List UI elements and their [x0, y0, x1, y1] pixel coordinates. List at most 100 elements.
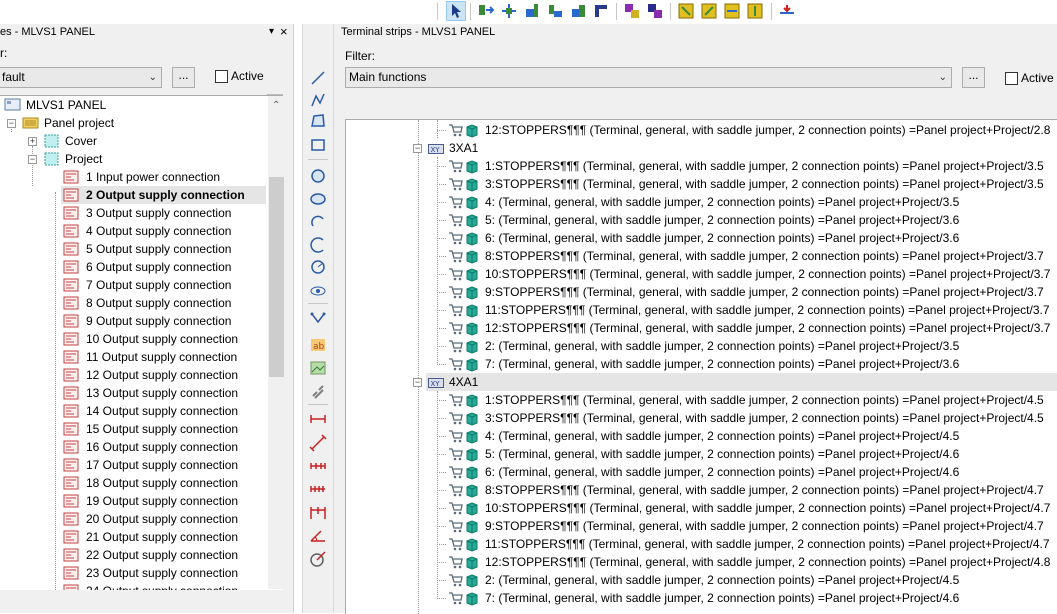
filter-combo[interactable]: Main functions ⌄: [345, 67, 952, 88]
page-item[interactable]: 4 Output supply connection: [63, 222, 268, 240]
arc-3pt-icon[interactable]: [309, 236, 327, 254]
group-yellow-2-icon[interactable]: [699, 1, 719, 21]
polygon-icon[interactable]: [309, 112, 327, 130]
page-item[interactable]: 22 Output supply connection: [63, 546, 268, 564]
polyline-icon[interactable]: [309, 91, 327, 109]
text-ab-icon[interactable]: ab: [309, 336, 327, 354]
active-checkbox[interactable]: [1005, 72, 1018, 85]
terminal-item[interactable]: 10:STOPPERS¶¶¶ (Terminal, general, with …: [346, 499, 1057, 517]
insert-potential-icon[interactable]: [545, 1, 565, 21]
insert-cable-icon[interactable]: [522, 1, 542, 21]
filter-options-button[interactable]: ...: [962, 67, 985, 88]
ellipse-icon[interactable]: [309, 190, 327, 208]
collapse-icon[interactable]: −: [413, 378, 422, 387]
terminal-item[interactable]: 9:STOPPERS¶¶¶ (Terminal, general, with s…: [346, 517, 1057, 535]
terminal-item[interactable]: 2: (Terminal, general, with saddle jumpe…: [346, 337, 1057, 355]
scrollbar[interactable]: ⌃: [268, 96, 285, 589]
scrollbar-thumb[interactable]: [269, 177, 284, 377]
insert-box-icon[interactable]: [591, 1, 611, 21]
terminal-item[interactable]: 12:STOPPERS¶¶¶ (Terminal, general, with …: [346, 553, 1057, 571]
close-icon[interactable]: ×: [280, 24, 288, 39]
line-icon[interactable]: [309, 69, 327, 87]
page-item[interactable]: 24 Output supply connection: [63, 582, 268, 590]
terminal-item[interactable]: 10:STOPPERS¶¶¶ (Terminal, general, with …: [346, 265, 1057, 283]
scroll-up-icon[interactable]: ⌃: [272, 100, 280, 111]
page-item[interactable]: 19 Output supply connection: [63, 492, 268, 510]
terminal-item[interactable]: 5: (Terminal, general, with saddle jumpe…: [346, 445, 1057, 463]
arrow-red-icon[interactable]: [777, 1, 797, 21]
insert-terminal-icon[interactable]: [476, 1, 496, 21]
dimension-chain-icon[interactable]: [309, 480, 327, 498]
page-item[interactable]: 7 Output supply connection: [63, 276, 268, 294]
terminal-item[interactable]: 3:STOPPERS¶¶¶ (Terminal, general, with s…: [346, 175, 1057, 193]
terminal-item[interactable]: 11:STOPPERS¶¶¶ (Terminal, general, with …: [346, 301, 1057, 319]
collapse-icon[interactable]: −: [7, 119, 16, 128]
collapse-icon[interactable]: −: [413, 144, 422, 153]
terminal-item[interactable]: 2: (Terminal, general, with saddle jumpe…: [346, 571, 1057, 589]
dimension-aligned-icon[interactable]: [309, 434, 327, 452]
pin-icon[interactable]: ▾: [269, 26, 274, 37]
rectangle-icon[interactable]: [309, 136, 327, 154]
page-item[interactable]: 17 Output supply connection: [63, 456, 268, 474]
expand-icon[interactable]: +: [28, 137, 37, 146]
terminal-item[interactable]: 4: (Terminal, general, with saddle jumpe…: [346, 427, 1057, 445]
terminal-item[interactable]: 6: (Terminal, general, with saddle jumpe…: [346, 229, 1057, 247]
pointer-icon[interactable]: [446, 1, 466, 21]
insert-connection-icon[interactable]: [568, 1, 588, 21]
page-item[interactable]: 9 Output supply connection: [63, 312, 268, 330]
terminal-item[interactable]: 6: (Terminal, general, with saddle jumpe…: [346, 463, 1057, 481]
filter-options-button[interactable]: ...: [172, 67, 195, 88]
terminal-item[interactable]: 8:STOPPERS¶¶¶ (Terminal, general, with s…: [346, 481, 1057, 499]
image-icon[interactable]: [309, 359, 327, 377]
insert-plug-icon[interactable]: [499, 1, 519, 21]
terminal-item[interactable]: 7: (Terminal, general, with saddle jumpe…: [346, 589, 1057, 607]
group-yellow-1-icon[interactable]: [676, 1, 696, 21]
terminal-strip-node[interactable]: − XY 4XA1: [346, 373, 1057, 391]
link-icon[interactable]: [309, 384, 327, 402]
group-yellow-3-icon[interactable]: [722, 1, 742, 21]
collapse-icon[interactable]: −: [28, 155, 37, 164]
dimension-radius-icon[interactable]: [309, 550, 327, 568]
terminal-item[interactable]: 3:STOPPERS¶¶¶ (Terminal, general, with s…: [346, 409, 1057, 427]
group-purple-icon[interactable]: [622, 1, 642, 21]
page-item[interactable]: 1 Input power connection: [63, 168, 268, 186]
circle-icon[interactable]: [309, 167, 327, 185]
terminal-tree[interactable]: 12:STOPPERS¶¶¶ (Terminal, general, with …: [345, 119, 1057, 614]
eye-icon[interactable]: [309, 282, 327, 300]
dimension-linear-icon[interactable]: [309, 410, 327, 428]
page-item[interactable]: 15 Output supply connection: [63, 420, 268, 438]
sector-icon[interactable]: [309, 258, 327, 276]
group-dark-icon[interactable]: [645, 1, 665, 21]
page-item[interactable]: 16 Output supply connection: [63, 438, 268, 456]
page-item[interactable]: 5 Output supply connection: [63, 240, 268, 258]
page-item[interactable]: 11 Output supply connection: [63, 348, 268, 366]
terminal-item[interactable]: 1:STOPPERS¶¶¶ (Terminal, general, with s…: [346, 157, 1057, 175]
dimension-baseline-icon[interactable]: [309, 504, 327, 522]
page-tree[interactable]: MLVS1 PANEL − Panel project + Cover − Pr…: [0, 95, 283, 590]
terminal-item[interactable]: 8:STOPPERS¶¶¶ (Terminal, general, with s…: [346, 247, 1057, 265]
terminal-item[interactable]: 1:STOPPERS¶¶¶ (Terminal, general, with s…: [346, 391, 1057, 409]
page-item[interactable]: 10 Output supply connection: [63, 330, 268, 348]
page-item[interactable]: 8 Output supply connection: [63, 294, 268, 312]
page-item[interactable]: 14 Output supply connection: [63, 402, 268, 420]
page-item[interactable]: 20 Output supply connection: [63, 510, 268, 528]
active-checkbox[interactable]: [215, 70, 228, 83]
filter-combo[interactable]: fault ⌄: [0, 67, 162, 88]
arc-icon[interactable]: [309, 213, 327, 231]
page-item[interactable]: 21 Output supply connection: [63, 528, 268, 546]
terminal-item[interactable]: 11:STOPPERS¶¶¶ (Terminal, general, with …: [346, 535, 1057, 553]
terminal-strip-node[interactable]: − XY 3XA1: [346, 139, 1057, 157]
dimension-angle-icon[interactable]: [309, 526, 327, 544]
page-item[interactable]: 2 Output supply connection: [61, 186, 268, 204]
dimension-incremental-icon[interactable]: [309, 457, 327, 475]
terminal-item[interactable]: 4: (Terminal, general, with saddle jumpe…: [346, 193, 1057, 211]
terminal-item[interactable]: 12:STOPPERS¶¶¶ (Terminal, general, with …: [346, 121, 1057, 139]
terminal-item[interactable]: 7: (Terminal, general, with saddle jumpe…: [346, 355, 1057, 373]
spline-icon[interactable]: [309, 309, 327, 327]
page-item[interactable]: 3 Output supply connection: [63, 204, 268, 222]
page-item[interactable]: 18 Output supply connection: [63, 474, 268, 492]
group-yellow-4-icon[interactable]: [745, 1, 765, 21]
terminal-item[interactable]: 9:STOPPERS¶¶¶ (Terminal, general, with s…: [346, 283, 1057, 301]
page-item[interactable]: 6 Output supply connection: [63, 258, 268, 276]
page-item[interactable]: 12 Output supply connection: [63, 366, 268, 384]
